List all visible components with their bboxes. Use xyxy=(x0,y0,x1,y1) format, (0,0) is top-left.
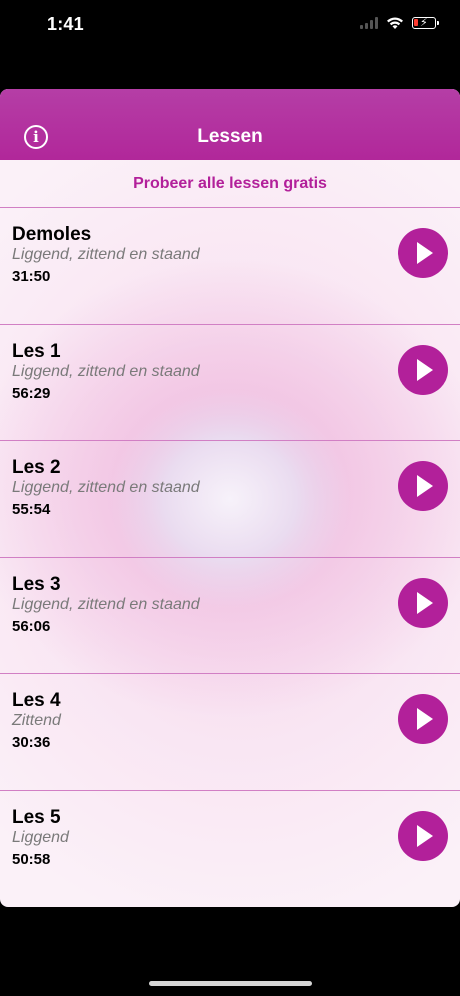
lesson-subtitle: Liggend, zittend en staand xyxy=(12,479,200,496)
play-icon xyxy=(417,242,433,264)
play-icon xyxy=(417,708,433,730)
play-button[interactable] xyxy=(398,810,448,861)
try-all-lessons-free-button[interactable]: Probeer alle lessen gratis xyxy=(0,160,460,208)
page-title: Lessen xyxy=(197,126,263,147)
lesson-item-demoles[interactable]: Demoles Liggend, zittend en staand 31:50 xyxy=(0,208,460,325)
lessons-screen: i Lessen Probeer alle lessen gratis Demo… xyxy=(0,89,460,907)
play-icon xyxy=(417,358,433,381)
lesson-title: Demoles xyxy=(12,224,92,245)
lesson-subtitle: Zittend xyxy=(12,712,61,729)
lesson-duration: 31:50 xyxy=(12,268,51,285)
lesson-duration: 50:58 xyxy=(12,850,51,868)
lesson-title: Les 2 xyxy=(12,457,61,478)
status-icons: ⚡ xyxy=(360,16,439,30)
lesson-item-les-2[interactable]: Les 2 Liggend, zittend en staand 55:54 xyxy=(0,441,460,558)
lesson-subtitle: Liggend xyxy=(12,828,69,846)
battery-icon: ⚡ xyxy=(412,17,439,29)
lesson-item-les-4[interactable]: Les 4 Zittend 30:36 xyxy=(0,674,460,791)
lesson-title: Les 5 xyxy=(12,806,61,828)
lesson-item-les-1[interactable]: Les 1 Liggend, zittend en staand 56:29 xyxy=(0,325,460,441)
navigation-bar: i Lessen xyxy=(0,89,460,160)
lesson-title: Les 3 xyxy=(12,573,61,595)
lesson-subtitle: Liggend, zittend en staand xyxy=(12,246,200,263)
lesson-duration: 30:36 xyxy=(12,734,51,751)
lesson-item-les-5[interactable]: Les 5 Liggend 50:58 xyxy=(0,791,460,908)
lesson-title: Les 1 xyxy=(12,340,61,362)
lessons-list: Demoles Liggend, zittend en staand 31:50… xyxy=(0,208,460,907)
lesson-duration: 55:54 xyxy=(12,501,51,518)
play-button[interactable] xyxy=(398,577,448,628)
status-time: 1:41 xyxy=(47,14,84,34)
lesson-item-les-3[interactable]: Les 3 Liggend, zittend en staand 56:06 xyxy=(0,558,460,674)
home-indicator[interactable] xyxy=(149,981,312,986)
play-icon xyxy=(417,475,433,497)
lesson-subtitle: Liggend, zittend en staand xyxy=(12,595,200,613)
wifi-icon xyxy=(387,17,403,29)
lesson-title: Les 4 xyxy=(12,690,61,711)
play-button[interactable] xyxy=(398,694,448,744)
status-bar: 1:41 ⚡ xyxy=(0,0,460,50)
lesson-subtitle: Liggend, zittend en staand xyxy=(12,362,200,380)
play-icon xyxy=(417,824,433,847)
play-button[interactable] xyxy=(398,228,448,278)
play-icon xyxy=(417,591,433,614)
play-button[interactable] xyxy=(398,344,448,395)
lesson-duration: 56:06 xyxy=(12,617,51,635)
lesson-duration: 56:29 xyxy=(12,384,51,402)
signal-icon xyxy=(360,17,378,29)
play-button[interactable] xyxy=(398,461,448,511)
